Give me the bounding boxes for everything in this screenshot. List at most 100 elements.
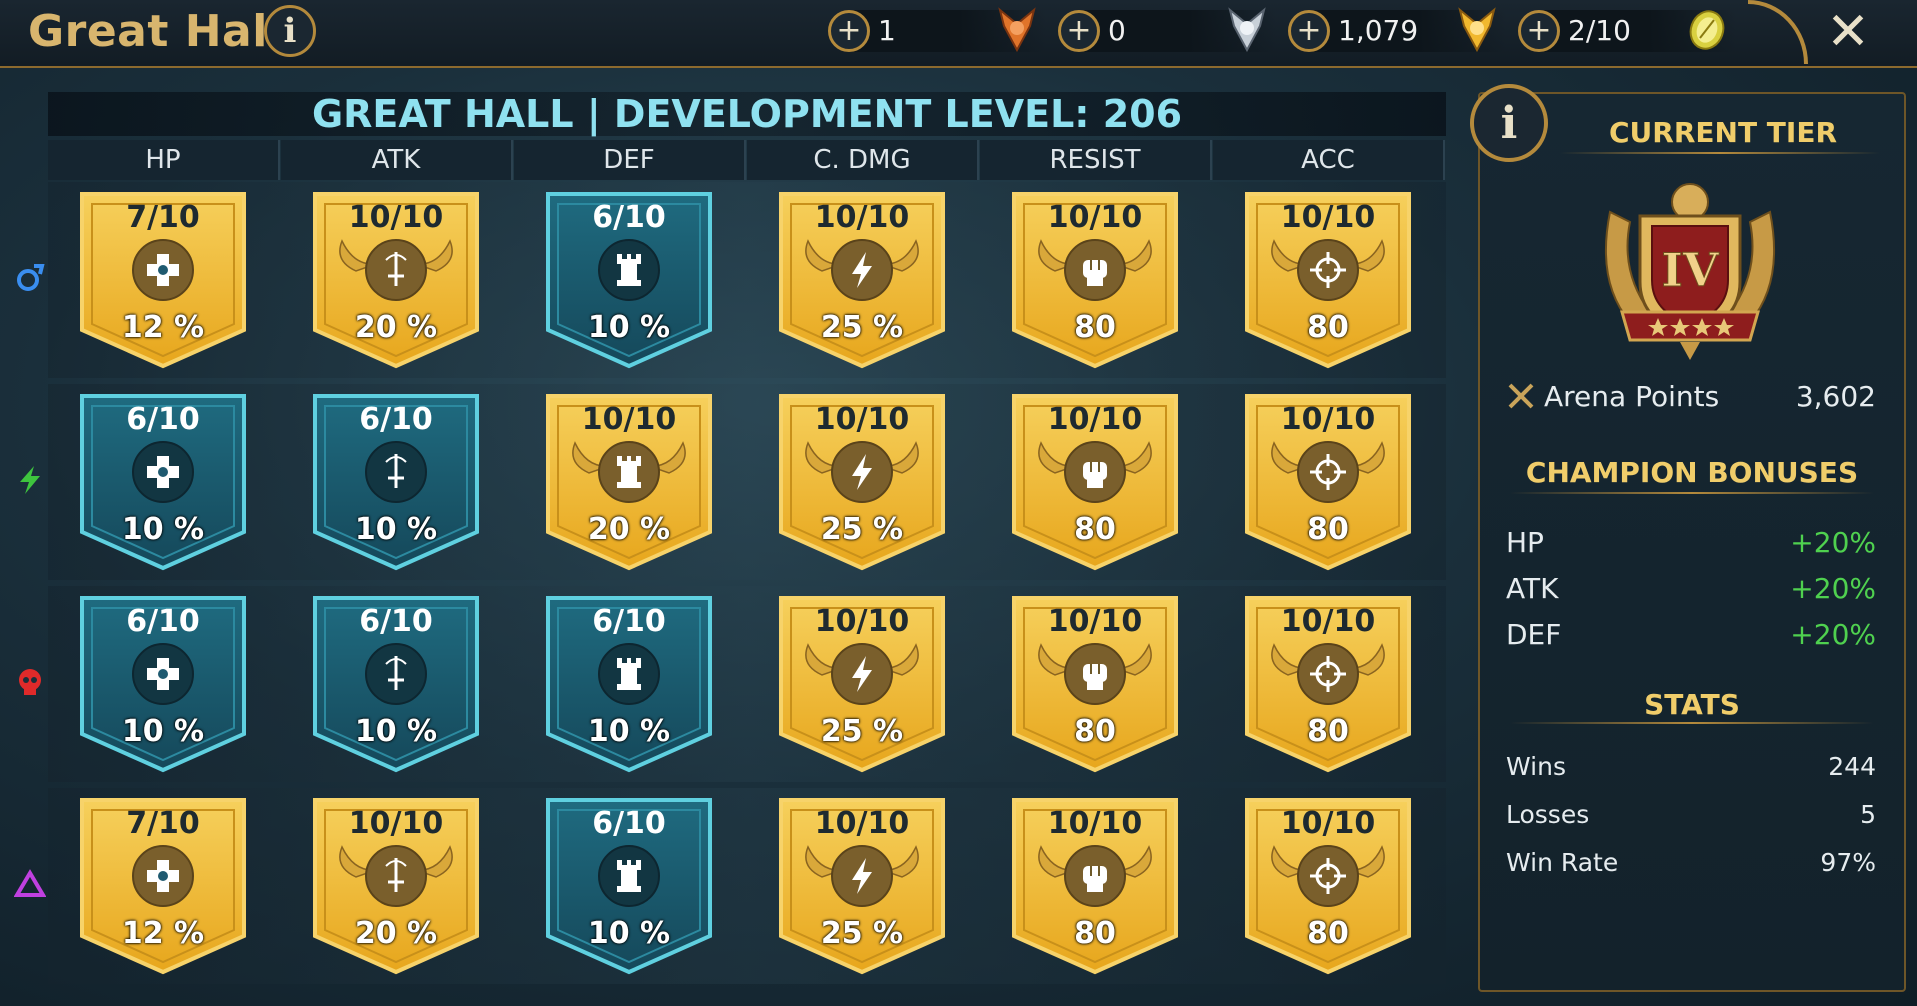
upgrade-badge-acc-spirit[interactable]: 10/10 80 — [1243, 594, 1413, 774]
add-token-button[interactable]: + — [1518, 10, 1560, 52]
badge-level: 6/10 — [359, 604, 433, 639]
badge-level: 6/10 — [592, 200, 666, 235]
add-gold-button[interactable]: + — [1288, 10, 1330, 52]
upgrade-badge-atk-void[interactable]: 10/10 20 % — [311, 796, 481, 976]
upgrade-badge-acc-magic[interactable]: 10/10 80 — [1243, 190, 1413, 370]
upgrade-badge-def-spirit[interactable]: 6/10 10 % — [544, 594, 714, 774]
hp-cross-icon — [132, 441, 194, 503]
upgrade-badge-hp-force[interactable]: 6/10 10 % — [78, 392, 248, 572]
add-silver-button[interactable]: + — [1058, 10, 1100, 52]
arena-points-value: 3,602 — [1795, 380, 1876, 413]
force-affinity-icon — [14, 464, 46, 496]
arena-token-icon — [1689, 10, 1725, 50]
lightning-icon — [805, 441, 919, 503]
divider — [1510, 492, 1874, 494]
column-header: ATK — [281, 140, 513, 180]
column-header: RESIST — [980, 140, 1212, 180]
spirit-affinity-icon — [14, 666, 46, 698]
resource-gold-medal: + 1,079 — [1288, 7, 1506, 53]
badge-level: 6/10 — [592, 604, 666, 639]
badge-bonus-value: 12 % — [121, 310, 205, 345]
upgrade-badge-cdmg-force[interactable]: 10/10 25 % — [777, 392, 947, 572]
badge-level: 6/10 — [592, 806, 666, 841]
upgrade-badge-cdmg-void[interactable]: 10/10 25 % — [777, 796, 947, 976]
badge-bonus-value: 12 % — [121, 916, 205, 951]
arena-points-label: Arena Points — [1506, 380, 1719, 413]
badge-level: 10/10 — [1280, 604, 1376, 639]
badge-level: 10/10 — [1047, 604, 1143, 639]
upgrade-badge-hp-spirit[interactable]: 6/10 10 % — [78, 594, 248, 774]
badge-level: 7/10 — [126, 806, 200, 841]
grid-row-force — [48, 384, 1446, 580]
lightning-icon — [805, 643, 919, 705]
upgrade-badge-hp-magic[interactable]: 7/10 12 % — [78, 190, 248, 370]
bonus-stat: ATK — [1506, 572, 1559, 605]
badge-bonus-value: 80 — [1074, 310, 1116, 345]
stats-label: Wins — [1506, 752, 1566, 781]
stats-value: 244 — [1828, 752, 1876, 781]
upgrade-badge-atk-spirit[interactable]: 6/10 10 % — [311, 594, 481, 774]
crosshair-icon — [1271, 239, 1385, 301]
upgrade-badge-def-void[interactable]: 6/10 10 % — [544, 796, 714, 976]
grid-row-magic — [48, 182, 1446, 378]
current-tier-title: CURRENT TIER — [1608, 116, 1838, 149]
info-button[interactable]: i — [264, 5, 316, 57]
upgrade-badge-def-force[interactable]: 10/10 20 % — [544, 392, 714, 572]
badge-bonus-value: 80 — [1307, 512, 1349, 547]
badge-level: 10/10 — [1047, 200, 1143, 235]
divider — [1510, 722, 1874, 724]
upgrade-badge-atk-magic[interactable]: 10/10 20 % — [311, 190, 481, 370]
upgrade-badge-hp-void[interactable]: 7/10 12 % — [78, 796, 248, 976]
plus-icon: + — [1526, 13, 1552, 48]
upgrade-badge-resist-force[interactable]: 10/10 80 — [1010, 392, 1180, 572]
fist-icon — [1038, 239, 1152, 301]
upgrade-badge-resist-spirit[interactable]: 10/10 80 — [1010, 594, 1180, 774]
badge-bonus-value: 20 % — [587, 512, 671, 547]
champion-bonuses-title: CHAMPION BONUSES — [1525, 456, 1859, 489]
badge-bonus-value: 25 % — [820, 916, 904, 951]
hp-cross-icon — [132, 845, 194, 907]
tower-icon — [598, 845, 660, 907]
tier-emblem-icon: IV — [1604, 183, 1776, 360]
plus-icon: + — [1296, 13, 1322, 48]
plus-icon: + — [1066, 13, 1092, 48]
void-affinity-icon — [13, 868, 47, 900]
fist-icon — [1038, 441, 1152, 503]
tower-icon — [572, 441, 686, 503]
badge-bonus-value: 80 — [1074, 714, 1116, 749]
upgrade-badge-resist-magic[interactable]: 10/10 80 — [1010, 190, 1180, 370]
info-icon: i — [283, 11, 297, 51]
badge-level: 6/10 — [359, 402, 433, 437]
stats-title: STATS — [1644, 688, 1740, 721]
upgrade-badge-atk-force[interactable]: 6/10 10 % — [311, 392, 481, 572]
badge-level: 10/10 — [814, 402, 910, 437]
upgrade-badge-cdmg-spirit[interactable]: 10/10 25 % — [777, 594, 947, 774]
upgrade-badge-resist-void[interactable]: 10/10 80 — [1010, 796, 1180, 976]
tier-info-button[interactable]: i — [1470, 84, 1548, 162]
fist-icon — [1038, 643, 1152, 705]
resource-arena-token: + 2/10 — [1518, 10, 1736, 52]
grid-row-void — [48, 788, 1446, 984]
resource-silver-medal: + 0 — [1058, 7, 1276, 53]
upgrade-badge-def-magic[interactable]: 6/10 10 % — [544, 190, 714, 370]
badge-bonus-value: 25 % — [820, 310, 904, 345]
gold-medal-icon — [1458, 7, 1496, 53]
column-header: HP — [48, 140, 280, 180]
stats-label: Win Rate — [1506, 848, 1619, 877]
badge-bonus-value: 25 % — [820, 512, 904, 547]
badge-level: 10/10 — [1047, 402, 1143, 437]
column-header: ACC — [1213, 140, 1445, 180]
sword-icon — [339, 845, 453, 907]
badge-level: 10/10 — [1280, 402, 1376, 437]
silver-medal-icon — [1228, 7, 1266, 53]
magic-affinity-icon — [14, 262, 46, 294]
upgrade-badge-acc-force[interactable]: 10/10 80 — [1243, 392, 1413, 572]
close-button[interactable]: ✕ — [1820, 4, 1876, 60]
divider — [1560, 152, 1880, 154]
badge-bonus-value: 10 % — [354, 512, 438, 547]
upgrade-badge-acc-void[interactable]: 10/10 80 — [1243, 796, 1413, 976]
add-bronze-button[interactable]: + — [828, 10, 870, 52]
upgrade-badge-cdmg-magic[interactable]: 10/10 25 % — [777, 190, 947, 370]
grid-title: GREAT HALL | DEVELOPMENT LEVEL: 206 — [48, 92, 1446, 136]
bonus-value: +20% — [1790, 572, 1876, 605]
